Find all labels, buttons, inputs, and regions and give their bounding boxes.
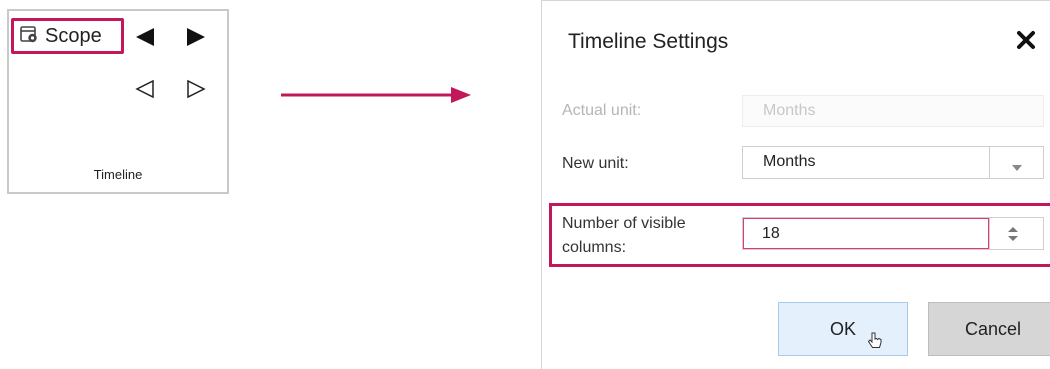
spinner-divider (989, 218, 990, 249)
close-icon[interactable] (1015, 29, 1037, 51)
ok-button[interactable]: OK (778, 302, 908, 356)
actual-unit-field: Months (742, 95, 1044, 127)
dialog-title: Timeline Settings (568, 30, 729, 53)
new-unit-select[interactable]: Months (742, 146, 1044, 179)
scope-button[interactable]: Scope (11, 18, 124, 54)
triangle-left-filled-icon (136, 28, 154, 46)
new-unit-label: New unit: (562, 155, 629, 172)
next-period-button[interactable] (185, 26, 207, 48)
chevron-down-icon[interactable] (1011, 159, 1023, 177)
visible-columns-label: Number of visible columns: (562, 212, 686, 260)
cancel-button[interactable]: Cancel (928, 302, 1050, 356)
calendar-gear-icon (19, 24, 39, 49)
triangle-right-outline-icon (187, 79, 206, 99)
next-step-button[interactable] (185, 78, 207, 100)
previous-step-button[interactable] (134, 78, 156, 100)
visible-columns-label-line1: Number of visible (562, 215, 686, 232)
new-unit-value: Months (763, 153, 816, 170)
previous-period-button[interactable] (134, 26, 156, 48)
arrow-right-icon (281, 85, 473, 110)
visible-columns-spinner (742, 217, 1044, 250)
actual-unit-label: Actual unit: (562, 102, 642, 119)
visible-columns-input[interactable] (743, 218, 989, 249)
select-divider (989, 147, 990, 178)
triangle-left-outline-icon (135, 79, 154, 99)
timeline-settings-dialog: Timeline Settings Actual unit: Months Ne… (541, 0, 1050, 369)
hand-cursor-icon (867, 332, 882, 355)
timeline-ribbon-group: Scope Timeline (7, 9, 229, 194)
scope-label: Scope (45, 24, 102, 47)
spinner-up-down-icon[interactable] (1007, 226, 1019, 247)
triangle-right-filled-icon (187, 28, 205, 46)
visible-columns-label-line2: columns: (562, 239, 627, 256)
timeline-group-label: Timeline (93, 167, 143, 182)
